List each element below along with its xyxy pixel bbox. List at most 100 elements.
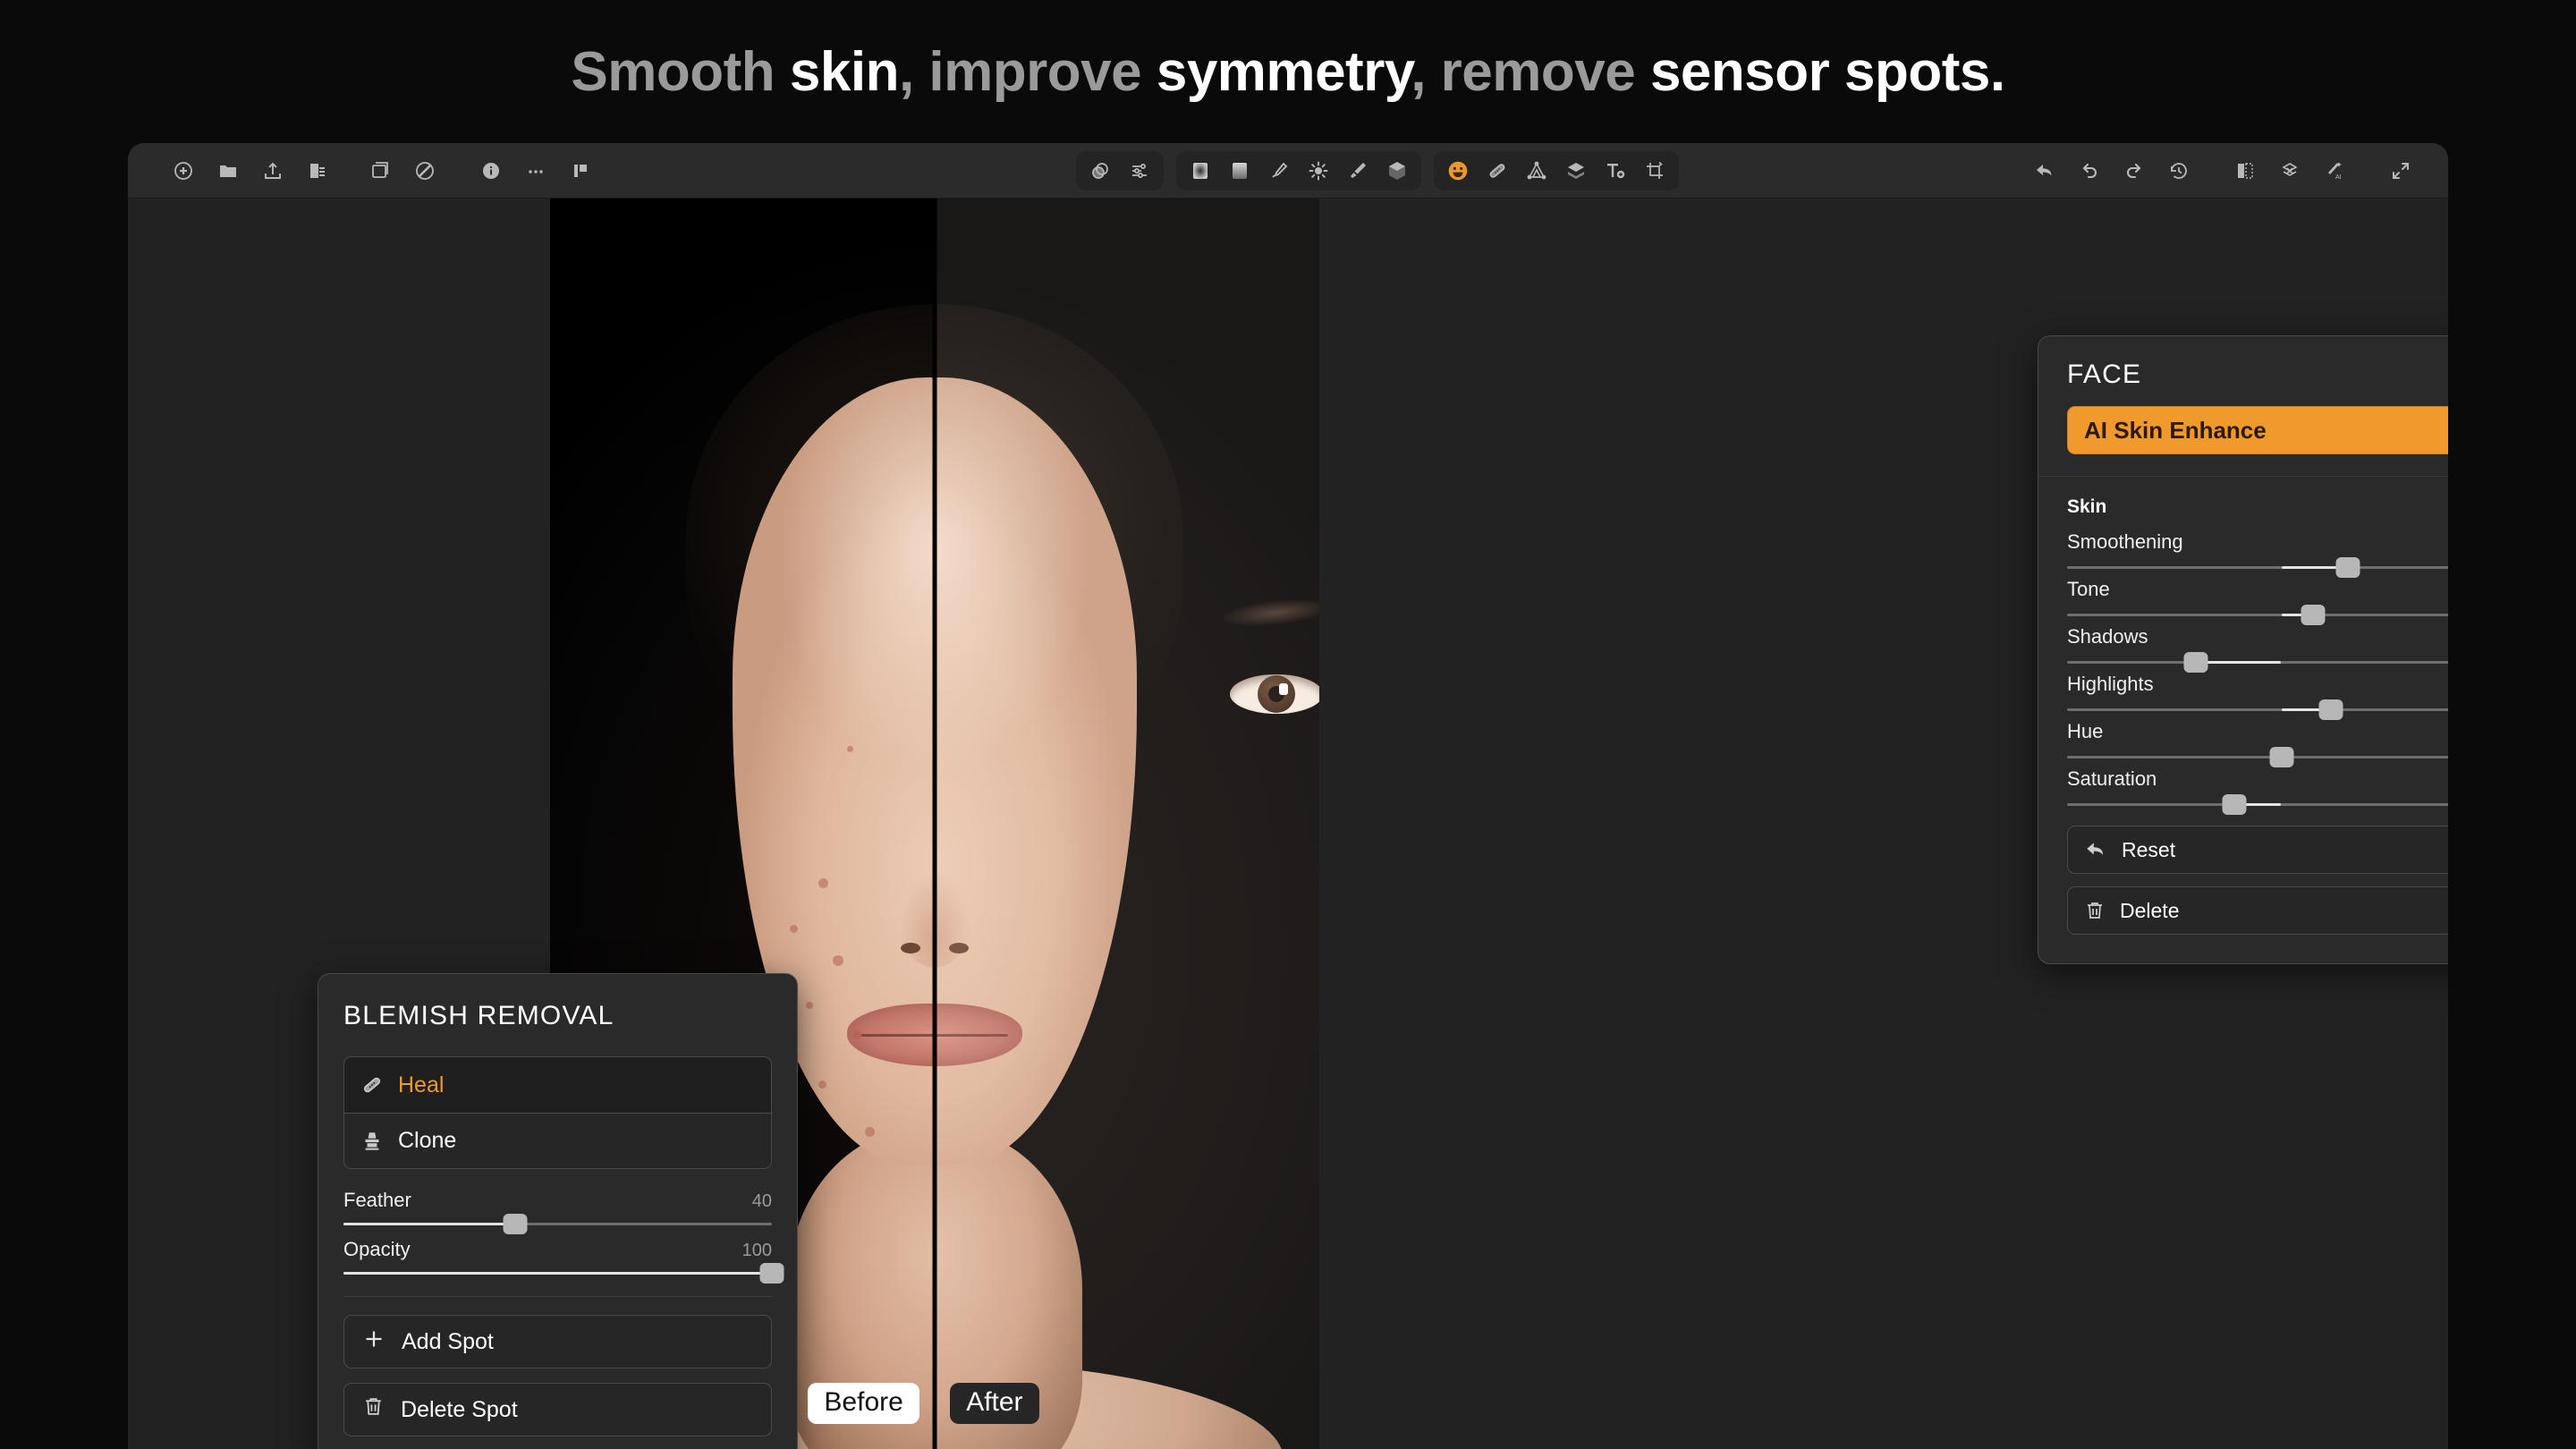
slider-header: Feather 40 <box>343 1189 772 1212</box>
linear-gradient-icon[interactable] <box>1224 156 1255 186</box>
slider-label: Tone <box>2067 578 2110 600</box>
skin-section-label: Skin <box>2067 496 2107 517</box>
history-icon[interactable] <box>2162 154 2196 188</box>
radial-gradient-icon[interactable] <box>1185 156 1216 186</box>
add-spot-button[interactable]: Add Spot <box>343 1315 772 1368</box>
redo-icon[interactable] <box>2117 154 2151 188</box>
crop-rotate-icon[interactable] <box>1640 156 1670 186</box>
app-window: AI Before After FACE AI Skin Enhance Ski… <box>128 143 2448 1449</box>
undo-icon[interactable] <box>2072 154 2106 188</box>
heal-mode-item[interactable]: Heal <box>344 1057 771 1113</box>
eyedropper-icon[interactable] <box>1264 156 1294 186</box>
slider-fill <box>2195 661 2282 664</box>
adjust-sliders-icon[interactable] <box>1124 156 1155 186</box>
slider-thumb[interactable] <box>2269 747 2293 767</box>
face-panel: FACE AI Skin Enhance Skin Smoothening31 T… <box>2038 335 2448 964</box>
slider-row: Saturation-22 <box>2038 758 2448 815</box>
panel-divider <box>343 1296 772 1297</box>
slider-row: Tone15 <box>2038 569 2448 625</box>
slider-track[interactable] <box>2067 557 2448 578</box>
headline-segment-2: , improve <box>898 40 1157 103</box>
slider-fill <box>343 1272 772 1275</box>
slider-track[interactable] <box>343 1214 772 1234</box>
slider-row: Feather 40 <box>318 1176 797 1234</box>
reset-button[interactable]: Reset <box>2067 826 2448 874</box>
flag-icon[interactable] <box>564 154 597 188</box>
slider-thumb[interactable] <box>2301 605 2326 625</box>
toolbar-right-group: AI <box>2022 143 2423 199</box>
before-label: Before <box>808 1383 919 1424</box>
slider-track[interactable] <box>2067 794 2448 815</box>
mask-overlay-icon[interactable] <box>1085 156 1115 186</box>
collapse-icon[interactable] <box>2384 154 2418 188</box>
slider-thumb[interactable] <box>2335 557 2360 578</box>
slider-row: Shadows-40 <box>2038 616 2448 673</box>
reset-arrow-icon <box>2084 838 2107 861</box>
headline-segment-5: sensor spots. <box>1649 40 2005 103</box>
slider-fill <box>343 1223 515 1225</box>
plus-icon <box>362 1327 386 1357</box>
after-label: After <box>950 1383 1039 1424</box>
layers-stack-icon[interactable] <box>2273 154 2307 188</box>
toolbar-group-tools <box>1176 151 1421 191</box>
slider-thumb[interactable] <box>503 1214 528 1234</box>
slider-track[interactable] <box>2067 652 2448 673</box>
toolbar-group-mask <box>1076 151 1164 191</box>
trash-icon <box>362 1395 385 1424</box>
face-smiley-icon[interactable] <box>1443 156 1473 186</box>
export-icon[interactable] <box>256 154 290 188</box>
slider-thumb[interactable] <box>759 1263 784 1284</box>
brush-icon[interactable] <box>1343 156 1373 186</box>
slider-header: Shadows-40 <box>2067 625 2448 648</box>
slider-header: Tone15 <box>2067 578 2448 601</box>
toolbar-group-retouch <box>1434 151 1679 191</box>
delete-spot-button[interactable]: Delete Spot <box>343 1383 772 1436</box>
slider-thumb[interactable] <box>2318 699 2343 720</box>
trash-icon <box>2084 900 2106 921</box>
slider-track[interactable] <box>2067 605 2448 625</box>
slider-row: Hue0 <box>2038 711 2448 767</box>
page-headline: Smooth skin, improve symmetry, remove se… <box>0 0 2576 143</box>
slider-track[interactable] <box>343 1263 784 1284</box>
slider-label: Smoothening <box>2067 530 2183 553</box>
ai-skin-enhance-button[interactable]: AI Skin Enhance <box>2067 406 2448 454</box>
info-icon[interactable] <box>474 154 508 188</box>
headline-segment-4: , remove <box>1411 40 1650 103</box>
window-icon[interactable] <box>363 154 397 188</box>
slider-value: 40 <box>751 1191 772 1211</box>
brightness-icon[interactable] <box>1303 156 1334 186</box>
add-circle-icon[interactable] <box>166 154 200 188</box>
blemish-panel-title: BLEMISH REMOVAL <box>343 1001 614 1030</box>
blemish-mode-list: Heal Clone <box>343 1056 772 1169</box>
layers-icon[interactable] <box>1561 156 1591 186</box>
bandage-icon <box>360 1073 384 1097</box>
slider-header: Smoothening31 <box>2067 530 2448 554</box>
clone-mode-item[interactable]: Clone <box>344 1113 771 1168</box>
slider-thumb[interactable] <box>2222 794 2247 815</box>
slider-track[interactable] <box>2067 699 2448 720</box>
headline-segment-1: skin <box>789 40 900 103</box>
ai-magic-icon[interactable]: AI <box>2318 154 2351 188</box>
cube-icon[interactable] <box>1382 156 1412 186</box>
folder-icon[interactable] <box>211 154 245 188</box>
delete-button[interactable]: Delete <box>2067 886 2448 935</box>
contrast-circle-icon[interactable] <box>408 154 442 188</box>
mesh-liquify-icon[interactable] <box>1521 156 1552 186</box>
more-icon[interactable] <box>519 154 553 188</box>
slider-label: Feather <box>343 1189 411 1211</box>
toolbar-left-group <box>161 143 603 199</box>
slider-header: Opacity 100 <box>343 1238 772 1261</box>
back-arrow-icon[interactable] <box>2028 154 2062 188</box>
before-after-divider[interactable] <box>932 199 937 1449</box>
slider-label: Highlights <box>2067 673 2154 695</box>
slider-thumb[interactable] <box>2183 652 2208 673</box>
batch-icon[interactable] <box>301 154 335 188</box>
slider-row: Smoothening31 <box>2038 521 2448 578</box>
bandage-heal-icon[interactable] <box>1482 156 1513 186</box>
slider-label: Opacity <box>343 1238 411 1260</box>
compare-split-icon[interactable] <box>2228 154 2262 188</box>
slider-track[interactable] <box>2067 747 2448 767</box>
reset-label: Reset <box>2122 837 2176 861</box>
face-panel-title: FACE <box>2067 360 2142 389</box>
add-text-icon[interactable] <box>1600 156 1631 186</box>
